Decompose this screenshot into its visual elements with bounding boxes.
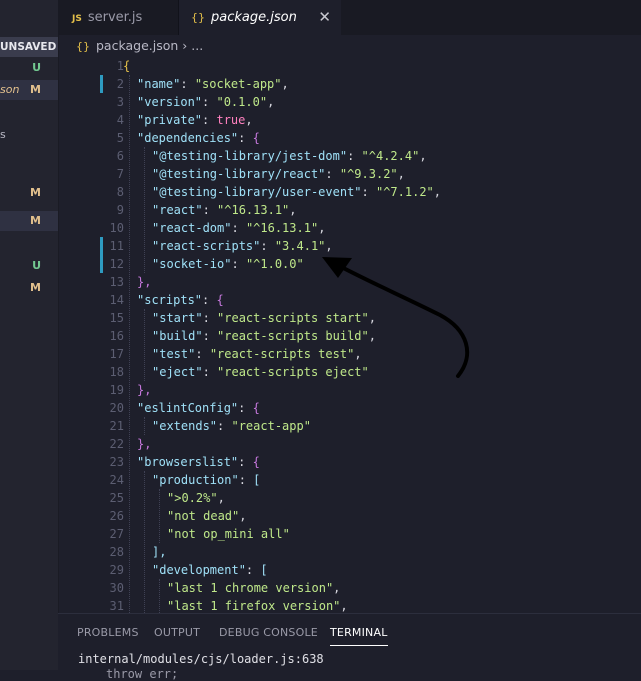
explorer-item[interactable]: M <box>0 183 58 203</box>
git-status-badge: U <box>32 61 41 74</box>
code-line: 18 "eject": "react-scripts eject" <box>109 365 369 379</box>
code-line: 11 "react-scripts": "3.4.1", <box>109 239 333 253</box>
explorer-item[interactable]: M <box>0 211 58 231</box>
panel-tab-bar: PROBLEMS OUTPUT DEBUG CONSOLE TERMINAL <box>58 614 641 650</box>
code-line: 7 "@testing-library/react": "^9.3.2", <box>116 167 405 181</box>
explorer-item[interactable]: s <box>0 125 58 145</box>
explorer-item[interactable]: M <box>0 278 58 298</box>
breadcrumb: {} package.json › ... <box>58 35 641 57</box>
code-line: 24 "production": [ <box>109 473 261 487</box>
unsaved-badge: UNSAVED <box>0 37 58 57</box>
code-line: 30 "last 1 chrome version", <box>109 581 341 595</box>
close-icon[interactable]: ✕ <box>318 0 331 35</box>
code-line: 1{ <box>116 59 131 73</box>
git-status-badge: U <box>32 259 41 272</box>
code-line: 22}, <box>109 437 152 451</box>
code-line: 2 "name": "socket-app", <box>116 77 289 91</box>
code-line: 26 "not dead", <box>109 509 247 523</box>
tab-debug-console[interactable]: DEBUG CONSOLE <box>219 626 318 639</box>
terminal-output[interactable]: internal/modules/cjs/loader.js:638 <box>78 652 324 666</box>
code-line: 23 "browserslist": { <box>109 455 260 469</box>
editor-tab-bar: JS server.js {} package.json ✕ <box>58 0 641 35</box>
code-line: 27 "not op_mini all" <box>109 527 290 541</box>
explorer-item[interactable]: son M <box>0 80 58 100</box>
chevron-right-icon: › <box>182 38 188 53</box>
code-line: 9 "react": "^16.13.1", <box>116 203 297 217</box>
git-status-badge: M <box>30 83 41 96</box>
code-editor[interactable]: 1{ 2 "name": "socket-app", 3 "version": "0… <box>58 57 641 613</box>
json-file-icon: {} <box>191 11 205 24</box>
code-line: 15 "start": "react-scripts start", <box>109 311 376 325</box>
code-line: 31 "last 1 firefox version", <box>109 599 348 613</box>
tab-terminal[interactable]: TERMINAL <box>330 626 388 646</box>
tab-problems[interactable]: PROBLEMS <box>77 626 139 639</box>
code-line: 12 "socket-io": "^1.0.0" <box>109 257 304 271</box>
git-status-badge: M <box>30 214 41 227</box>
code-line: 16 "build": "react-scripts build", <box>109 329 376 343</box>
code-line: 10 "react-dom": "^16.13.1", <box>109 221 326 235</box>
code-line: 29 "development": [ <box>109 563 268 577</box>
explorer-item[interactable]: U <box>0 256 58 276</box>
code-line: 19}, <box>109 383 152 397</box>
tab-server-js[interactable]: JS server.js <box>58 0 179 35</box>
code-line: 28], <box>109 545 167 559</box>
terminal-output-line: throw err; <box>106 667 179 681</box>
breadcrumb-more[interactable]: ... <box>191 38 203 53</box>
code-line: 20 "eslintConfig": { <box>109 401 260 415</box>
explorer-item[interactable]: U <box>0 58 58 78</box>
code-line: 17 "test": "react-scripts test", <box>109 347 362 361</box>
explorer-sidebar: UNSAVED U son M s M M U M <box>0 0 59 670</box>
code-line: 4 "private": true, <box>116 113 253 127</box>
code-line: 25 ">0.2%", <box>109 491 225 505</box>
code-line: 6 "@testing-library/jest-dom": "^4.2.4", <box>116 149 427 163</box>
bottom-panel: PROBLEMS OUTPUT DEBUG CONSOLE TERMINAL i… <box>58 613 641 681</box>
code-line: 3 "version": "0.1.0", <box>116 95 275 109</box>
code-line: 14 "scripts": { <box>109 293 224 307</box>
code-line: 5 "dependencies": { <box>116 131 260 145</box>
code-line: 13}, <box>109 275 152 289</box>
git-status-badge: M <box>30 186 41 199</box>
json-file-icon: {} <box>76 40 90 53</box>
git-status-badge: M <box>30 281 41 294</box>
breadcrumb-file[interactable]: package.json <box>96 38 178 53</box>
tab-package-json[interactable]: {} package.json ✕ <box>179 0 341 35</box>
tab-output[interactable]: OUTPUT <box>154 626 200 639</box>
code-line: 21 "extends": "react-app" <box>109 419 311 433</box>
code-line: 8 "@testing-library/user-event": "^7.1.2"… <box>116 185 441 199</box>
javascript-file-icon: JS <box>72 14 82 24</box>
